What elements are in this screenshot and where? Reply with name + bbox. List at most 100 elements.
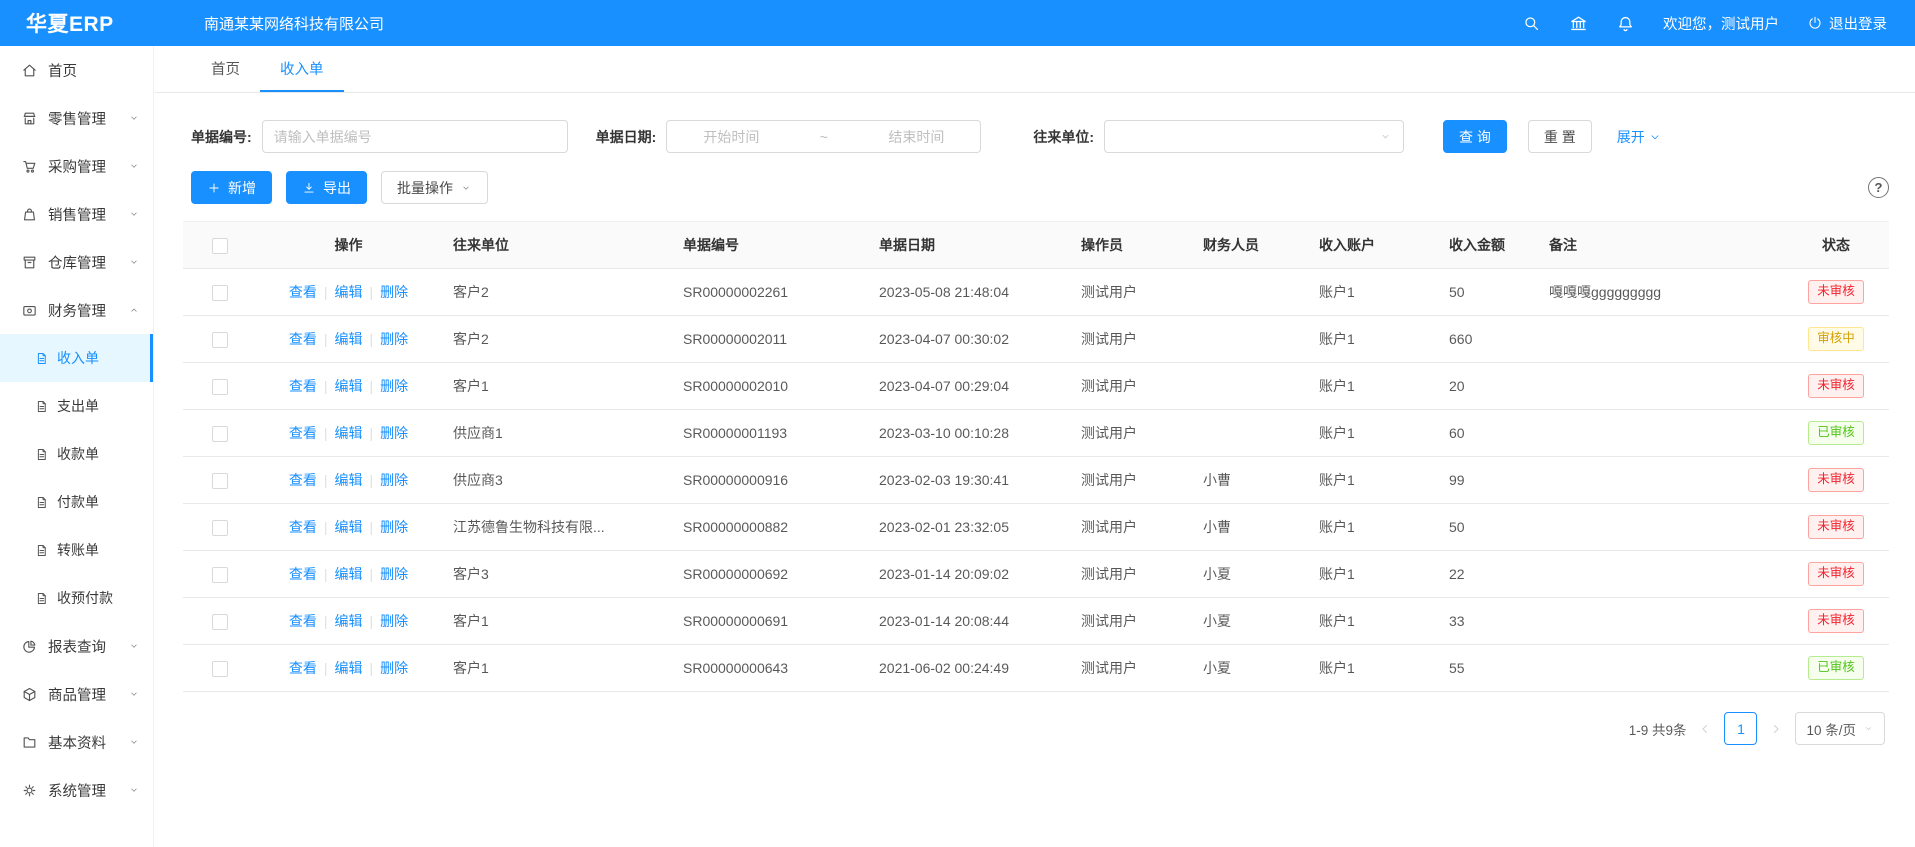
view-link[interactable]: 查看 [289,613,317,629]
sidebar-item-label: 首页 [48,60,77,81]
sidebar-item-purchase[interactable]: 采购管理 [0,142,153,190]
filter-bar: 单据编号: 单据日期: ~ 往来单位: 查 询 重 置 展开 [155,93,1915,153]
edit-link[interactable]: 编辑 [335,378,363,394]
sidebar-item-retail[interactable]: 零售管理 [0,94,153,142]
row-checkbox[interactable] [212,614,228,630]
edit-link[interactable]: 编辑 [335,519,363,535]
cell-bill-no: SR00000002010 [671,363,867,410]
row-checkbox[interactable] [212,473,228,489]
view-link[interactable]: 查看 [289,519,317,535]
cell-actions: 查看|编辑|删除 [256,598,441,645]
edit-link[interactable]: 编辑 [335,284,363,300]
view-link[interactable]: 查看 [289,425,317,441]
view-link[interactable]: 查看 [289,566,317,582]
view-link[interactable]: 查看 [289,378,317,394]
sidebar-item-basic[interactable]: 基本资料 [0,718,153,766]
row-checkbox[interactable] [212,379,228,395]
search-button[interactable]: 查 询 [1443,120,1507,153]
view-link[interactable]: 查看 [289,660,317,676]
tab-home[interactable]: 首页 [191,46,260,92]
view-link[interactable]: 查看 [289,284,317,300]
cell-amount: 50 [1437,269,1537,316]
row-checkbox[interactable] [212,426,228,442]
sidebar-item-goods[interactable]: 商品管理 [0,670,153,718]
cell-bill-no: SR00000000691 [671,598,867,645]
page-number[interactable]: 1 [1724,712,1757,745]
logout-button[interactable]: 退出登录 [1807,13,1887,34]
sidebar-subitem-payment-bill[interactable]: 付款单 [0,478,153,526]
sidebar-item-home[interactable]: 首页 [0,46,153,94]
action-separator: | [370,284,374,300]
delete-link[interactable]: 删除 [380,425,408,441]
row-checkbox[interactable] [212,520,228,536]
edit-link[interactable]: 编辑 [335,566,363,582]
next-page-icon[interactable] [1769,722,1783,736]
delete-link[interactable]: 删除 [380,613,408,629]
sidebar-item-report[interactable]: 报表查询 [0,622,153,670]
chevron-down-icon [128,640,140,652]
sidebar-subitem-transfer-bill[interactable]: 转账单 [0,526,153,574]
cell-checkbox [183,504,256,551]
delete-link[interactable]: 删除 [380,331,408,347]
cell-remark [1537,410,1783,457]
delete-link[interactable]: 删除 [380,472,408,488]
sidebar-subitem-advance-receipt[interactable]: 收预付款 [0,574,153,622]
sidebar-item-system[interactable]: 系统管理 [0,766,153,814]
cell-unit: 客户1 [441,363,671,410]
export-button[interactable]: 导出 [286,171,367,204]
expand-link[interactable]: 展开 [1617,127,1661,147]
row-checkbox[interactable] [212,332,228,348]
status-badge: 已审核 [1808,421,1864,445]
search-icon[interactable] [1522,14,1541,33]
cell-bill-no: SR00000002011 [671,316,867,363]
edit-link[interactable]: 编辑 [335,425,363,441]
row-checkbox[interactable] [212,285,228,301]
finance-icon [21,302,38,319]
add-button[interactable]: 新增 [191,171,272,204]
delete-link[interactable]: 删除 [380,284,408,300]
delete-link[interactable]: 删除 [380,660,408,676]
cell-remark [1537,363,1783,410]
edit-link[interactable]: 编辑 [335,660,363,676]
view-link[interactable]: 查看 [289,331,317,347]
edit-link[interactable]: 编辑 [335,472,363,488]
help-icon[interactable]: ? [1868,177,1889,198]
date-range-picker[interactable]: ~ [666,120,981,153]
row-checkbox[interactable] [212,567,228,583]
tab-income-bill[interactable]: 收入单 [260,46,344,92]
cell-checkbox [183,457,256,504]
cell-finance-person [1191,410,1307,457]
sidebar-subitem-receipt-bill[interactable]: 收款单 [0,430,153,478]
bank-icon[interactable] [1569,14,1588,33]
sidebar-subitem-expense-bill[interactable]: 支出单 [0,382,153,430]
sidebar-item-sales[interactable]: 销售管理 [0,190,153,238]
unit-label: 往来单位: [1033,127,1094,147]
sidebar-subitem-label: 收款单 [57,444,99,464]
delete-link[interactable]: 删除 [380,378,408,394]
row-checkbox[interactable] [212,661,228,677]
view-link[interactable]: 查看 [289,472,317,488]
welcome-user[interactable]: 欢迎您，测试用户 [1663,13,1779,34]
cell-date: 2023-02-03 19:30:41 [867,457,1069,504]
action-separator: | [324,331,328,347]
bill-no-input[interactable] [262,120,568,153]
sidebar-subitem-income-bill[interactable]: 收入单 [0,334,153,382]
table-body: 查看|编辑|删除客户2SR000000022612023-05-08 21:48… [183,269,1889,692]
reset-button[interactable]: 重 置 [1528,120,1592,153]
edit-link[interactable]: 编辑 [335,331,363,347]
select-all-checkbox[interactable] [212,238,228,254]
sidebar-item-finance[interactable]: 财务管理 [0,286,153,334]
unit-select[interactable] [1104,120,1404,153]
batch-operation-button[interactable]: 批量操作 [381,171,488,204]
edit-link[interactable]: 编辑 [335,613,363,629]
sidebar-item-warehouse[interactable]: 仓库管理 [0,238,153,286]
cell-finance-person: 小夏 [1191,551,1307,598]
delete-link[interactable]: 删除 [380,519,408,535]
date-start-input[interactable] [667,129,795,145]
prev-page-icon[interactable] [1698,722,1712,736]
delete-link[interactable]: 删除 [380,566,408,582]
cell-checkbox [183,551,256,598]
date-end-input[interactable] [852,129,980,145]
page-size-select[interactable]: 10 条/页 [1795,712,1885,745]
bell-icon[interactable] [1616,14,1635,33]
